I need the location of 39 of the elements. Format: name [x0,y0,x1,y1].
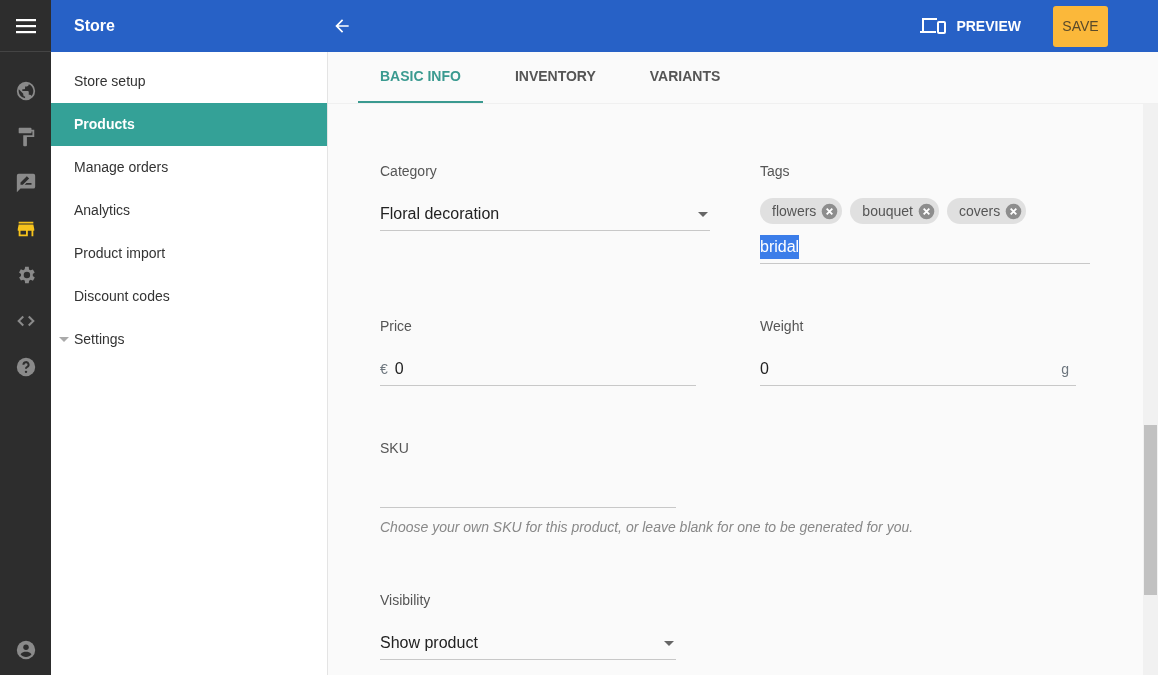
save-button[interactable]: SAVE [1053,5,1108,47]
tab[interactable]: VARIANTS [627,52,743,103]
field-label: Visibility [380,591,432,610]
field-label: SKU [380,439,410,458]
price-field[interactable]: € 0 [380,353,696,386]
field-label: Weight [760,317,805,336]
sidebar-item[interactable]: Discount codes [51,275,327,318]
field-label: Category [380,162,438,181]
help-icon [14,356,37,378]
weight-field[interactable]: 0 g [760,353,1076,386]
tag-chip: flowers [760,198,843,224]
caret-icon [59,337,69,342]
select-field[interactable]: Floral decoration [380,198,710,231]
remove-tag-button[interactable] [1005,202,1023,220]
tag-input-field[interactable]: bridal [760,231,1090,264]
sidebar-item[interactable]: Product import [51,232,327,275]
sidebar-item[interactable]: Manage orders [51,146,327,189]
remove-tag-button[interactable] [821,202,839,220]
menu-button[interactable] [15,17,36,34]
sidebar-item[interactable]: Store setup [51,60,327,103]
tag-chip: covers [946,198,1027,224]
sidebar-item[interactable]: Analytics [51,189,327,232]
account-icon[interactable] [14,639,37,661]
preview-button[interactable]: PREVIEW [914,14,1027,38]
tag-chip: bouquet [850,198,939,224]
globe-icon [14,80,37,102]
scrollbar[interactable] [1143,104,1158,675]
field-label: Tags [760,162,791,181]
remove-tag-button[interactable] [917,202,935,220]
devices-icon [920,17,947,35]
tab[interactable]: INVENTORY [492,52,618,103]
dropdown-arrow-icon [698,211,708,217]
select-field[interactable]: Show product [380,627,676,660]
field-label: Price [380,317,413,336]
feedback-icon [14,172,37,194]
helper-text: Choose your own SKU for this product, or leave blank for one to be generated for you. [380,518,915,537]
dropdown-arrow-icon [664,640,674,646]
sidebar-item[interactable]: Settings [51,318,327,361]
app-title: Store [73,16,116,36]
